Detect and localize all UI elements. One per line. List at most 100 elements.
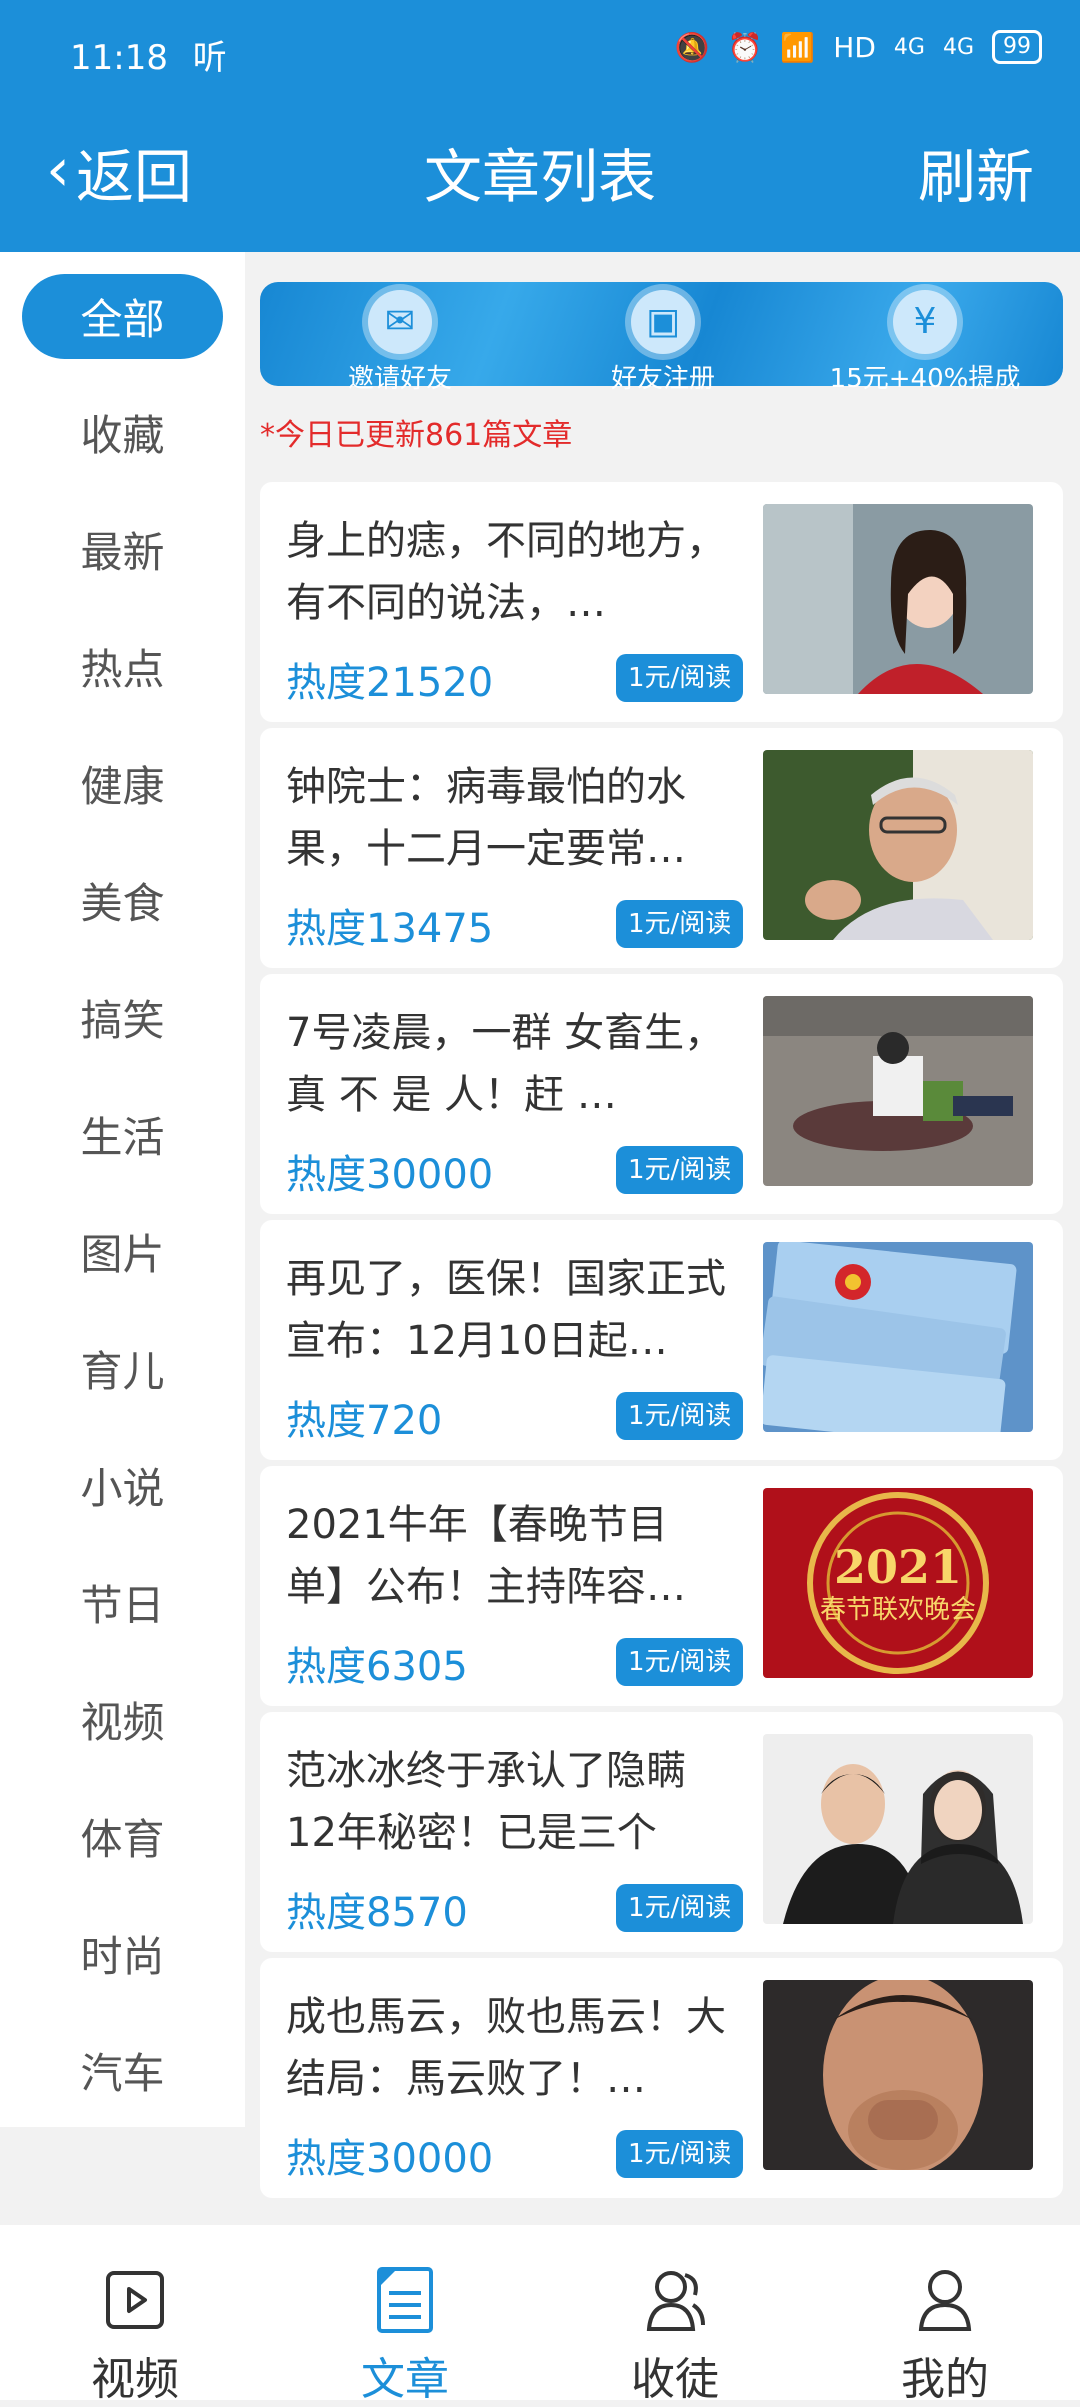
article-item[interactable]: 2021牛年【春晚节目单】公布！主持阵容… 热度6305 1元/阅读 2021 … bbox=[260, 1466, 1063, 1706]
article-item[interactable]: 范冰冰终于承认了隐瞒12年秘密！已是三个孩… 热度8570 1元/阅读 bbox=[260, 1712, 1063, 1952]
category-holiday[interactable]: 节日 bbox=[0, 1558, 245, 1646]
category-fashion[interactable]: 时尚 bbox=[0, 1909, 245, 1997]
article-heat: 热度21520 bbox=[286, 660, 494, 706]
category-auto[interactable]: 汽车 bbox=[0, 2026, 245, 2114]
category-label: 视频 bbox=[80, 1697, 165, 1747]
category-life[interactable]: 生活 bbox=[0, 1090, 245, 1178]
category-health[interactable]: 健康 bbox=[0, 739, 245, 827]
video-play-icon bbox=[106, 2271, 164, 2329]
article-title: 7号凌晨，一群 女畜生，真 不 是 人！赶 … bbox=[286, 1010, 725, 1118]
nav-label: 文章 bbox=[361, 2354, 449, 2405]
article-title: 钟院士：病毒最怕的水果，十二月一定要常… bbox=[286, 764, 686, 872]
article-thumbnail: 2021 春节联欢晚会 bbox=[763, 1488, 1033, 1678]
category-hot[interactable]: 热点 bbox=[0, 622, 245, 710]
article-thumbnail bbox=[763, 1242, 1033, 1432]
commission-button[interactable]: ¥ 15元+40%提成 bbox=[805, 290, 1045, 395]
article-thumbnail bbox=[763, 504, 1033, 694]
nav-mine[interactable]: 我的 bbox=[810, 2225, 1080, 2405]
nav-label: 视频 bbox=[91, 2354, 179, 2405]
alarm-icon: ⏰ bbox=[727, 30, 763, 64]
category-food[interactable]: 美食 bbox=[0, 856, 245, 944]
top-bar: 11:18 听 🔕 ⏰ 📶 HD 4G 4G 99 ‹ 返回 文章列表 刷新 bbox=[0, 0, 1080, 252]
id-card-icon: ▣ bbox=[631, 290, 695, 354]
promo-label: 15元+40%提成 bbox=[829, 364, 1021, 394]
friend-register-button[interactable]: ▣ 好友注册 bbox=[543, 290, 783, 395]
status-time: 11:18 听 bbox=[70, 30, 227, 79]
category-label: 热点 bbox=[80, 644, 165, 694]
category-label: 图片 bbox=[80, 1229, 165, 1279]
refresh-button[interactable]: 刷新 bbox=[918, 130, 1034, 214]
article-title: 再见了，医保！国家正式宣布：12月10日起… bbox=[286, 1256, 726, 1364]
user-icon bbox=[918, 2270, 972, 2331]
reward-badge: 1元/阅读 bbox=[616, 900, 744, 948]
promo-banner: ✉ 邀请好友 ▣ 好友注册 ¥ 15元+40%提成 bbox=[260, 282, 1063, 394]
nav-article[interactable]: 文章 bbox=[270, 2225, 540, 2405]
category-label: 收藏 bbox=[80, 410, 165, 460]
clock: 11:18 bbox=[70, 38, 168, 78]
category-label: 育儿 bbox=[80, 1346, 165, 1396]
article-heat: 热度13475 bbox=[286, 906, 494, 952]
category-label: 全部 bbox=[22, 273, 223, 359]
article-title: 范冰冰终于承认了隐瞒12年秘密！已是三个孩… bbox=[286, 1748, 686, 1856]
signal-4g-b: 4G bbox=[942, 34, 974, 60]
article-heat: 热度30000 bbox=[286, 2136, 494, 2182]
category-novel[interactable]: 小说 bbox=[0, 1441, 245, 1529]
users-icon bbox=[646, 2271, 705, 2331]
category-favorites[interactable]: 收藏 bbox=[0, 388, 245, 476]
category-label: 搞笑 bbox=[80, 995, 165, 1045]
article-title: 成也馬云，败也馬云！大结局：馬云败了！… bbox=[286, 1994, 726, 2102]
category-label: 时尚 bbox=[80, 1931, 165, 1981]
promo-label: 邀请好友 bbox=[347, 364, 452, 394]
category-label: 美食 bbox=[80, 878, 165, 928]
reward-badge: 1元/阅读 bbox=[616, 1884, 744, 1932]
money-bag-icon: ¥ bbox=[893, 290, 957, 354]
article-title: 身上的痣，不同的地方，有不同的说法，… bbox=[286, 518, 726, 626]
article-item[interactable]: 7号凌晨，一群 女畜生，真 不 是 人！赶 … 热度30000 1元/阅读 bbox=[260, 974, 1063, 1214]
battery-level: 99 bbox=[1003, 34, 1031, 59]
category-label: 健康 bbox=[80, 761, 165, 811]
article-thumbnail bbox=[763, 996, 1033, 1186]
update-note: *今日已更新861篇文章 bbox=[260, 418, 573, 453]
article-heat: 热度30000 bbox=[286, 1152, 494, 1198]
category-label: 小说 bbox=[80, 1463, 165, 1513]
article-heat: 热度6305 bbox=[286, 1644, 468, 1690]
category-label: 汽车 bbox=[80, 2048, 165, 2098]
signal-4g-a: 4G bbox=[893, 34, 925, 60]
article-item[interactable]: 成也馬云，败也馬云！大结局：馬云败了！… 热度30000 1元/阅读 bbox=[260, 1958, 1063, 2198]
bottom-navigation: 视频 文章 收徒 我的 bbox=[0, 2225, 1080, 2405]
reward-badge: 1元/阅读 bbox=[616, 1392, 744, 1440]
article-list: 身上的痣，不同的地方，有不同的说法，… 热度21520 1元/阅读 钟院士：病毒… bbox=[260, 482, 1063, 2204]
category-video[interactable]: 视频 bbox=[0, 1675, 245, 1763]
category-funny[interactable]: 搞笑 bbox=[0, 973, 245, 1061]
category-all[interactable]: 全部 bbox=[0, 272, 245, 360]
invite-friends-button[interactable]: ✉ 邀请好友 bbox=[280, 290, 520, 395]
nav-label: 我的 bbox=[901, 2354, 989, 2405]
article-thumbnail bbox=[763, 1734, 1033, 1924]
nav-label: 收徒 bbox=[631, 2354, 719, 2405]
article-title: 2021牛年【春晚节目单】公布！主持阵容… bbox=[286, 1502, 686, 1610]
category-sidebar: 全部 收藏 最新 热点 健康 美食 搞笑 生活 图片 育儿 小说 节日 视频 体… bbox=[0, 252, 245, 2127]
article-icon bbox=[377, 2267, 433, 2333]
category-parenting[interactable]: 育儿 bbox=[0, 1324, 245, 1412]
category-sports[interactable]: 体育 bbox=[0, 1792, 245, 1880]
nav-recruit[interactable]: 收徒 bbox=[540, 2225, 810, 2405]
network-label: HD bbox=[833, 30, 876, 64]
reward-badge: 1元/阅读 bbox=[616, 1146, 744, 1194]
article-thumbnail bbox=[763, 750, 1033, 940]
article-item[interactable]: 再见了，医保！国家正式宣布：12月10日起… 热度720 1元/阅读 bbox=[260, 1220, 1063, 1460]
article-item[interactable]: 钟院士：病毒最怕的水果，十二月一定要常… 热度13475 1元/阅读 bbox=[260, 728, 1063, 968]
article-heat: 热度8570 bbox=[286, 1890, 468, 1936]
gala-subtitle: 春节联欢晚会 bbox=[820, 1595, 976, 1625]
category-latest[interactable]: 最新 bbox=[0, 505, 245, 593]
wifi-icon: 📶 bbox=[780, 30, 816, 64]
nav-video[interactable]: 视频 bbox=[0, 2225, 270, 2405]
envelope-icon: ✉ bbox=[368, 290, 432, 354]
reward-badge: 1元/阅读 bbox=[616, 654, 744, 702]
category-label: 生活 bbox=[80, 1112, 165, 1162]
battery-icon: 99 bbox=[992, 30, 1042, 64]
category-label: 最新 bbox=[80, 527, 165, 577]
status-icons: 🔕 ⏰ 📶 HD 4G 4G 99 bbox=[675, 30, 1042, 64]
reward-badge: 1元/阅读 bbox=[616, 2130, 744, 2178]
category-pictures[interactable]: 图片 bbox=[0, 1207, 245, 1295]
article-item[interactable]: 身上的痣，不同的地方，有不同的说法，… 热度21520 1元/阅读 bbox=[260, 482, 1063, 722]
